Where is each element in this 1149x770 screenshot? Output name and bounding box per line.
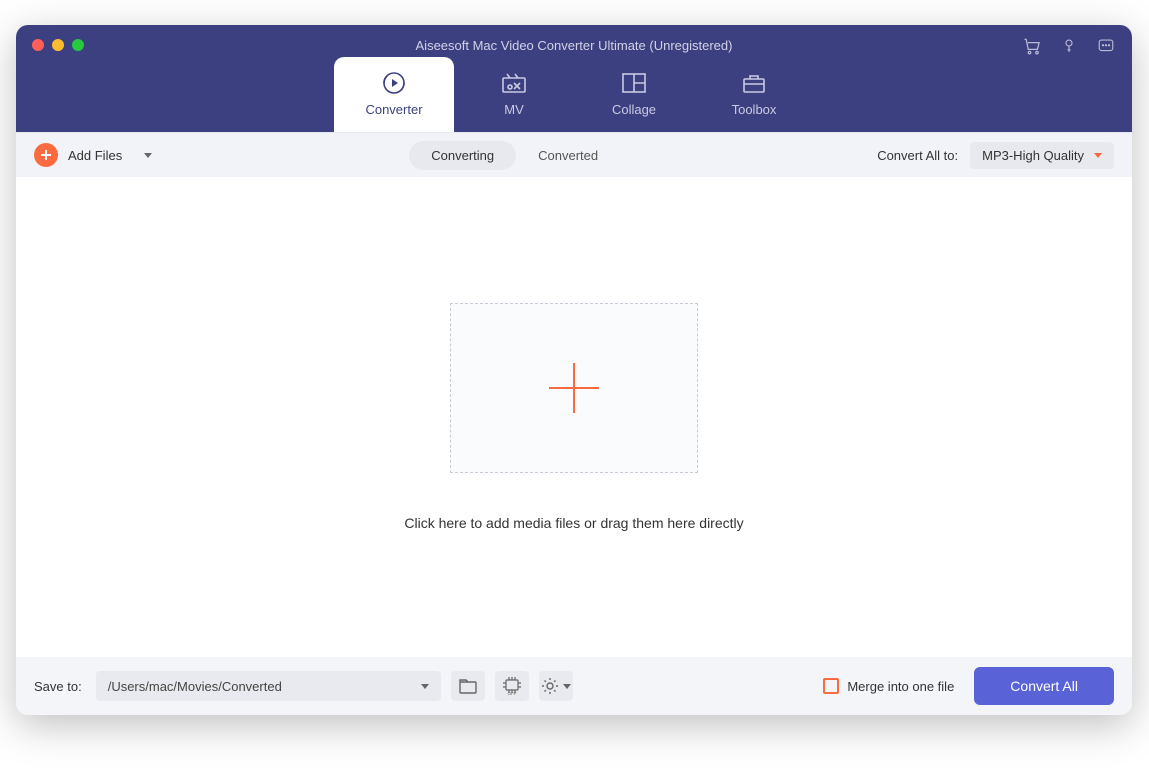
minimize-window-button[interactable] (52, 39, 64, 51)
tab-mv[interactable]: MV (454, 57, 574, 132)
segment-converting[interactable]: Converting (409, 141, 516, 170)
tab-label: Converter (365, 102, 422, 117)
dropzone-hint: Click here to add media files or drag th… (404, 515, 743, 531)
save-to-label: Save to: (34, 679, 82, 694)
convert-all-to-label: Convert All to: (877, 148, 958, 163)
tab-label: Collage (612, 102, 656, 117)
feedback-icon[interactable] (1096, 37, 1116, 60)
checkbox-icon (823, 678, 839, 694)
folder-icon (459, 679, 477, 694)
window-title: Aiseesoft Mac Video Converter Ultimate (… (16, 25, 1132, 53)
add-media-dropzone[interactable] (450, 303, 698, 473)
titlebar: Aiseesoft Mac Video Converter Ultimate (… (16, 25, 1132, 132)
svg-text:OFF: OFF (507, 691, 516, 695)
main-tabs: Converter MV Collage Toolbox (334, 57, 814, 132)
tab-label: Toolbox (732, 102, 777, 117)
converter-icon (381, 72, 407, 94)
output-format-select[interactable]: MP3-High Quality (970, 142, 1114, 169)
toolbar: Add Files Converting Converted Convert A… (16, 132, 1132, 177)
conversion-status-segment: Converting Converted (409, 141, 620, 170)
convert-all-label: Convert All (1010, 678, 1078, 694)
footer-bar: Save to: /Users/mac/Movies/Converted OFF… (16, 657, 1132, 715)
hardware-accel-button[interactable]: OFF (495, 671, 529, 701)
segment-converted[interactable]: Converted (516, 141, 620, 170)
header-actions (1022, 36, 1116, 61)
plus-icon (549, 363, 599, 413)
convert-all-button[interactable]: Convert All (974, 667, 1114, 705)
main-content: Click here to add media files or drag th… (16, 177, 1132, 657)
close-window-button[interactable] (32, 39, 44, 51)
traffic-lights (32, 39, 84, 51)
add-files-button[interactable]: Add Files (34, 143, 152, 167)
add-files-label: Add Files (68, 148, 122, 163)
key-icon[interactable] (1060, 37, 1078, 60)
tab-label: MV (504, 102, 524, 117)
merge-label: Merge into one file (847, 679, 954, 694)
merge-checkbox[interactable]: Merge into one file (823, 678, 954, 694)
save-path-select[interactable]: /Users/mac/Movies/Converted (96, 671, 441, 701)
plus-circle-icon (34, 143, 58, 167)
chevron-down-icon (421, 684, 429, 689)
format-selected-value: MP3-High Quality (982, 148, 1084, 163)
chevron-down-icon (1094, 153, 1102, 158)
toolbox-icon (741, 72, 767, 94)
tab-converter[interactable]: Converter (334, 57, 454, 132)
chevron-down-icon (563, 684, 571, 689)
maximize-window-button[interactable] (72, 39, 84, 51)
save-path-value: /Users/mac/Movies/Converted (108, 679, 282, 694)
gear-icon (541, 677, 559, 695)
tab-toolbox[interactable]: Toolbox (694, 57, 814, 132)
chevron-down-icon (144, 153, 152, 158)
open-folder-button[interactable] (451, 671, 485, 701)
app-window: Aiseesoft Mac Video Converter Ultimate (… (16, 25, 1132, 715)
settings-button[interactable] (539, 671, 573, 701)
mv-icon (501, 72, 527, 94)
convert-all-to-group: Convert All to: MP3-High Quality (877, 142, 1114, 169)
collage-icon (621, 72, 647, 94)
tab-collage[interactable]: Collage (574, 57, 694, 132)
chip-icon: OFF (502, 677, 522, 695)
cart-icon[interactable] (1022, 36, 1042, 61)
